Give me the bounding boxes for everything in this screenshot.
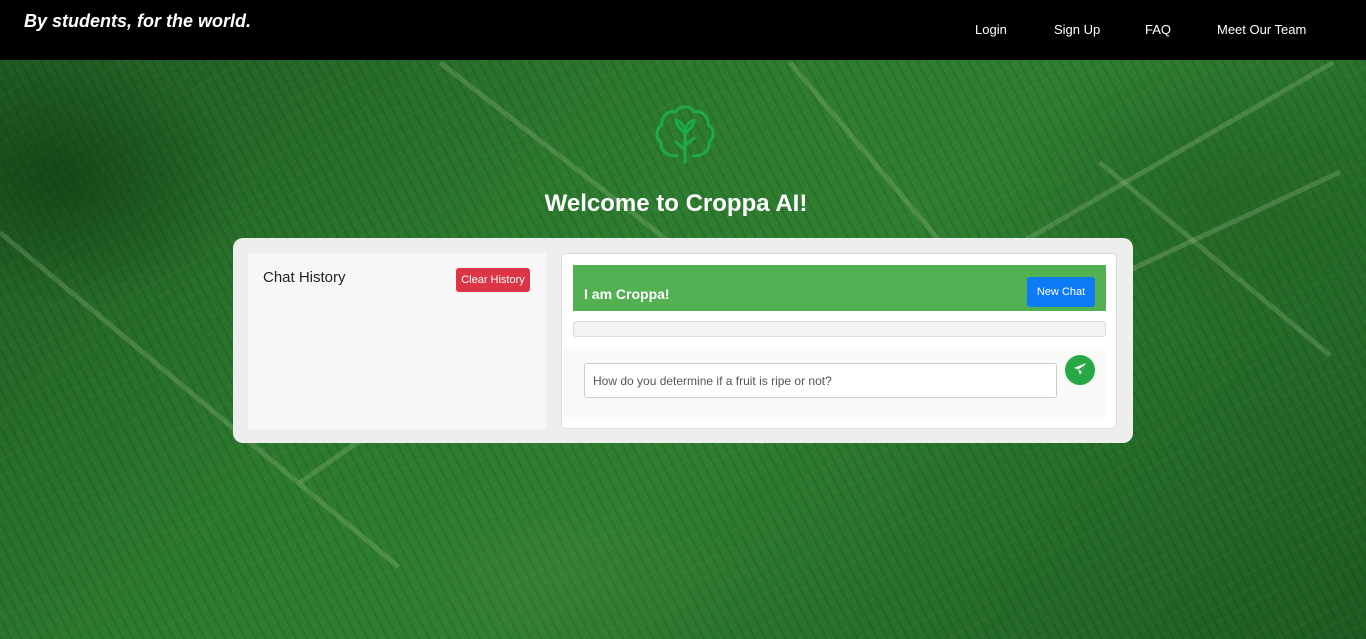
paper-plane-icon xyxy=(1073,362,1087,379)
compose-bar xyxy=(563,349,1105,417)
message-input[interactable] xyxy=(584,363,1057,398)
chat-panel: Chat History Clear History I am Croppa! … xyxy=(233,238,1133,443)
chat-header: I am Croppa! New Chat xyxy=(573,265,1106,311)
nav-login-link[interactable]: Login xyxy=(975,22,1007,37)
send-button[interactable] xyxy=(1065,355,1095,385)
welcome-title: Welcome to Croppa AI! xyxy=(544,190,808,217)
nav-meet-team-link[interactable]: Meet Our Team xyxy=(1217,22,1306,37)
top-navbar: By students, for the world. Login Sign U… xyxy=(0,0,1366,60)
nav-faq-link[interactable]: FAQ xyxy=(1145,22,1171,37)
chat-history-sidebar: Chat History Clear History xyxy=(248,253,546,429)
tree-brain-icon xyxy=(650,100,720,170)
chat-window: I am Croppa! New Chat xyxy=(561,253,1117,429)
new-chat-button[interactable]: New Chat xyxy=(1027,277,1095,307)
messages-area[interactable] xyxy=(573,321,1106,337)
nav-signup-link[interactable]: Sign Up xyxy=(1054,22,1100,37)
chat-header-title: I am Croppa! xyxy=(584,286,670,302)
clear-history-button[interactable]: Clear History xyxy=(456,268,530,292)
site-tagline: By students, for the world. xyxy=(24,11,252,31)
chat-history-title: Chat History xyxy=(263,269,346,286)
